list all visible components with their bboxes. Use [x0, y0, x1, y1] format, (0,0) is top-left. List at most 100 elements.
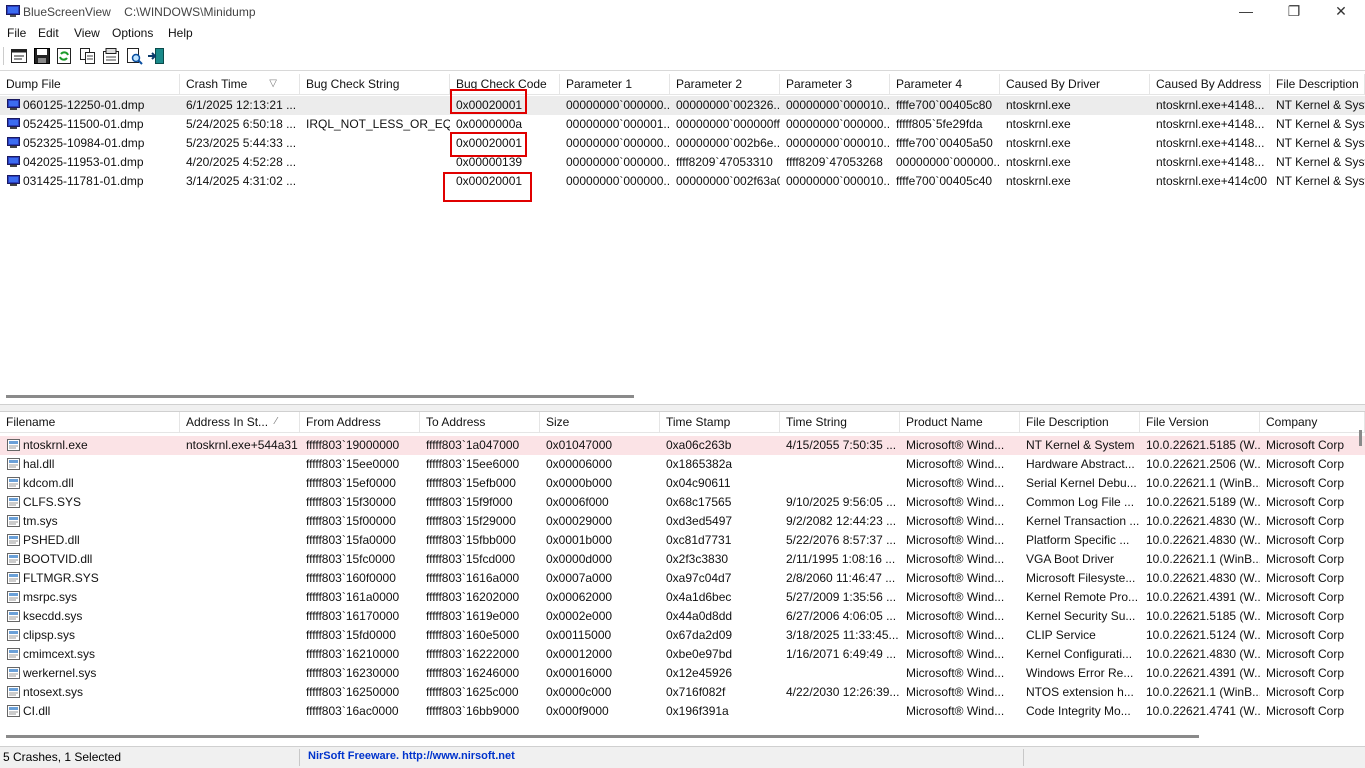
driver-cell: 0x67da2d09 — [666, 628, 733, 642]
driver-row[interactable]: ksecdd.sys fffff803`16170000 fffff803`1619… — [0, 607, 1365, 626]
dump-col-header[interactable]: Dump File — [0, 74, 180, 94]
dump-row[interactable]: 031425-11781-01.dmp 3/14/2025 4:31:02 ...… — [0, 172, 1365, 191]
driver-row[interactable]: BOOTVID.dll fffff803`15fc0000 fffff803`15f… — [0, 550, 1365, 569]
dump-cell: 00000000`000000... — [896, 155, 1000, 169]
driver-cell: 10.0.22621.4391 (W... — [1146, 666, 1260, 680]
save-icon[interactable] — [33, 47, 51, 65]
driver-cell: fffff803`15fcd000 — [426, 552, 516, 566]
title-bar: BlueScreenView C:\WINDOWS\Minidump — ❐ ✕ — [0, 0, 1365, 24]
driver-cell: ntoskrnl.exe — [23, 438, 88, 452]
driver-col-header[interactable]: Company — [1260, 412, 1365, 432]
dump-cell: ntoskrnl.exe+4148... — [1156, 155, 1265, 169]
driver-row[interactable]: cmimcext.sys fffff803`16210000 fffff803`16… — [0, 645, 1365, 664]
driver-row[interactable]: CLFS.SYS fffff803`15f30000 fffff803`15f9f0… — [0, 493, 1365, 512]
scroll-thumb[interactable] — [6, 735, 1199, 738]
driver-cell: 0x716f082f — [666, 685, 726, 699]
driver-row[interactable]: ntosext.sys fffff803`16250000 fffff803`162… — [0, 683, 1365, 702]
html-report-icon[interactable] — [10, 47, 28, 65]
close-button[interactable]: ✕ — [1318, 0, 1364, 24]
driver-cell: 10.0.22621.5185 (W... — [1146, 609, 1260, 623]
dump-row[interactable]: 042025-11953-01.dmp 4/20/2025 4:52:28 ...… — [0, 153, 1365, 172]
dump-row[interactable]: 052425-11500-01.dmp 5/24/2025 6:50:18 ...… — [0, 115, 1365, 134]
driver-row[interactable]: clipsp.sys fffff803`15fd0000 fffff803`160e… — [0, 626, 1365, 645]
driver-cell — [180, 683, 300, 702]
driver-row[interactable]: CI.dll fffff803`16ac0000 fffff803`16bb9000… — [0, 702, 1365, 721]
nirsoft-link[interactable]: NirSoft Freeware. http://www.nirsoft.net — [308, 750, 515, 762]
driver-row[interactable]: werkernel.sys fffff803`16230000 fffff803`1… — [0, 664, 1365, 683]
driver-row[interactable]: PSHED.dll fffff803`15fa0000 fffff803`15fbb… — [0, 531, 1365, 550]
find-icon[interactable] — [125, 47, 143, 65]
driver-col-header[interactable]: Address In St... ⁄ — [180, 412, 300, 432]
driver-col-header[interactable]: File Description — [1020, 412, 1140, 432]
menu-file[interactable]: File — [7, 26, 26, 40]
dump-cell: ntoskrnl.exe — [1006, 155, 1071, 169]
driver-cell: 0x0002e000 — [546, 609, 613, 623]
dump-cell: ntoskrnl.exe — [1006, 98, 1071, 112]
dump-cell: 00000000`000000ff — [676, 117, 780, 131]
status-count: 5 Crashes, 1 Selected — [3, 750, 122, 764]
driver-col-header[interactable]: Time Stamp — [660, 412, 780, 432]
toolbar — [0, 43, 1365, 71]
dump-col-header[interactable]: Parameter 2 — [670, 74, 780, 94]
driver-col-header[interactable]: From Address — [300, 412, 420, 432]
menu-view[interactable]: View — [74, 26, 100, 40]
driver-list-header: Filename Address In St... ⁄ From Address To … — [0, 412, 1365, 433]
properties-icon[interactable] — [102, 47, 120, 65]
driver-row[interactable]: kdcom.dll fffff803`15ef0000 fffff803`15efb… — [0, 474, 1365, 493]
driver-cell — [780, 455, 900, 474]
driver-row[interactable]: tm.sys fffff803`15f00000 fffff803`15f29000… — [0, 512, 1365, 531]
refresh-icon[interactable] — [55, 47, 73, 65]
driver-cell: 0x00016000 — [546, 666, 613, 680]
dump-cell: 00000000`002f63a0 — [676, 174, 780, 188]
menu-edit[interactable]: Edit — [38, 26, 59, 40]
driver-col-header[interactable]: Size — [540, 412, 660, 432]
dump-col-header[interactable]: File Description — [1270, 74, 1365, 94]
driver-list-hscrollbar[interactable] — [0, 732, 1365, 742]
copy-icon[interactable] — [79, 47, 97, 65]
driver-col-header[interactable]: To Address — [420, 412, 540, 432]
driver-cell: 10.0.22621.5189 (W... — [1146, 495, 1260, 509]
driver-row[interactable]: hal.dll fffff803`15ee0000 fffff803`15ee600… — [0, 455, 1365, 474]
dump-row[interactable]: 052325-10984-01.dmp 5/23/2025 5:44:33 ...… — [0, 134, 1365, 153]
dump-col-header[interactable]: Parameter 3 — [780, 74, 890, 94]
driver-list-vscrollbar[interactable] — [1359, 430, 1362, 446]
exit-icon[interactable] — [147, 47, 165, 65]
dump-cell: 052425-11500-01.dmp — [23, 117, 144, 131]
dump-col-header[interactable]: Parameter 1 — [560, 74, 670, 94]
dump-col-header[interactable]: Crash Time ▽ — [180, 74, 300, 94]
driver-cell: Microsoft Corp — [1266, 438, 1345, 452]
dump-cell: 4/20/2025 4:52:28 ... — [186, 155, 297, 169]
maximize-button[interactable]: ❐ — [1271, 0, 1317, 24]
driver-cell: Microsoft® Wind... — [906, 628, 1005, 642]
driver-cell: 0xbe0e97bd — [666, 647, 733, 661]
dump-col-header[interactable]: Caused By Driver — [1000, 74, 1150, 94]
driver-cell: 10.0.22621.4830 (W... — [1146, 533, 1260, 547]
dump-list-hscrollbar[interactable] — [0, 392, 1365, 402]
driver-cell: fffff803`16ac0000 — [306, 704, 399, 718]
driver-cell: 6/27/2006 4:06:05 ... — [786, 609, 897, 623]
dump-col-header[interactable]: Bug Check String — [300, 74, 450, 94]
driver-col-header[interactable]: Time String — [780, 412, 900, 432]
driver-cell: 0x00006000 — [546, 457, 613, 471]
driver-cell: Microsoft Corp — [1266, 495, 1345, 509]
driver-cell: NTOS extension h... — [1026, 685, 1134, 699]
driver-cell: Microsoft Corp — [1266, 457, 1345, 471]
driver-col-header[interactable]: File Version — [1140, 412, 1260, 432]
scroll-thumb[interactable] — [6, 395, 634, 398]
menu-options[interactable]: Options — [112, 26, 153, 40]
minimize-button[interactable]: — — [1223, 0, 1269, 24]
menu-help[interactable]: Help — [168, 26, 193, 40]
driver-cell: fffff803`1619e000 — [426, 609, 520, 623]
driver-row[interactable]: ntoskrnl.exe ntoskrnl.exe+544a31 fffff803`… — [0, 436, 1365, 455]
driver-cell: Microsoft® Wind... — [906, 666, 1005, 680]
driver-cell: fffff803`1625c000 — [426, 685, 519, 699]
driver-col-header[interactable]: Product Name — [900, 412, 1020, 432]
dump-row[interactable]: 060125-12250-01.dmp 6/1/2025 12:13:21 ...… — [0, 96, 1365, 115]
driver-col-header[interactable]: Filename — [0, 412, 180, 432]
dump-col-header[interactable]: Caused By Address — [1150, 74, 1270, 94]
dump-cell: 00000000`000010... — [786, 136, 890, 150]
dump-col-header[interactable]: Parameter 4 — [890, 74, 1000, 94]
driver-row[interactable]: FLTMGR.SYS fffff803`160f0000 fffff803`1616… — [0, 569, 1365, 588]
pane-splitter[interactable] — [0, 404, 1365, 412]
driver-row[interactable]: msrpc.sys fffff803`161a0000 fffff803`16202… — [0, 588, 1365, 607]
